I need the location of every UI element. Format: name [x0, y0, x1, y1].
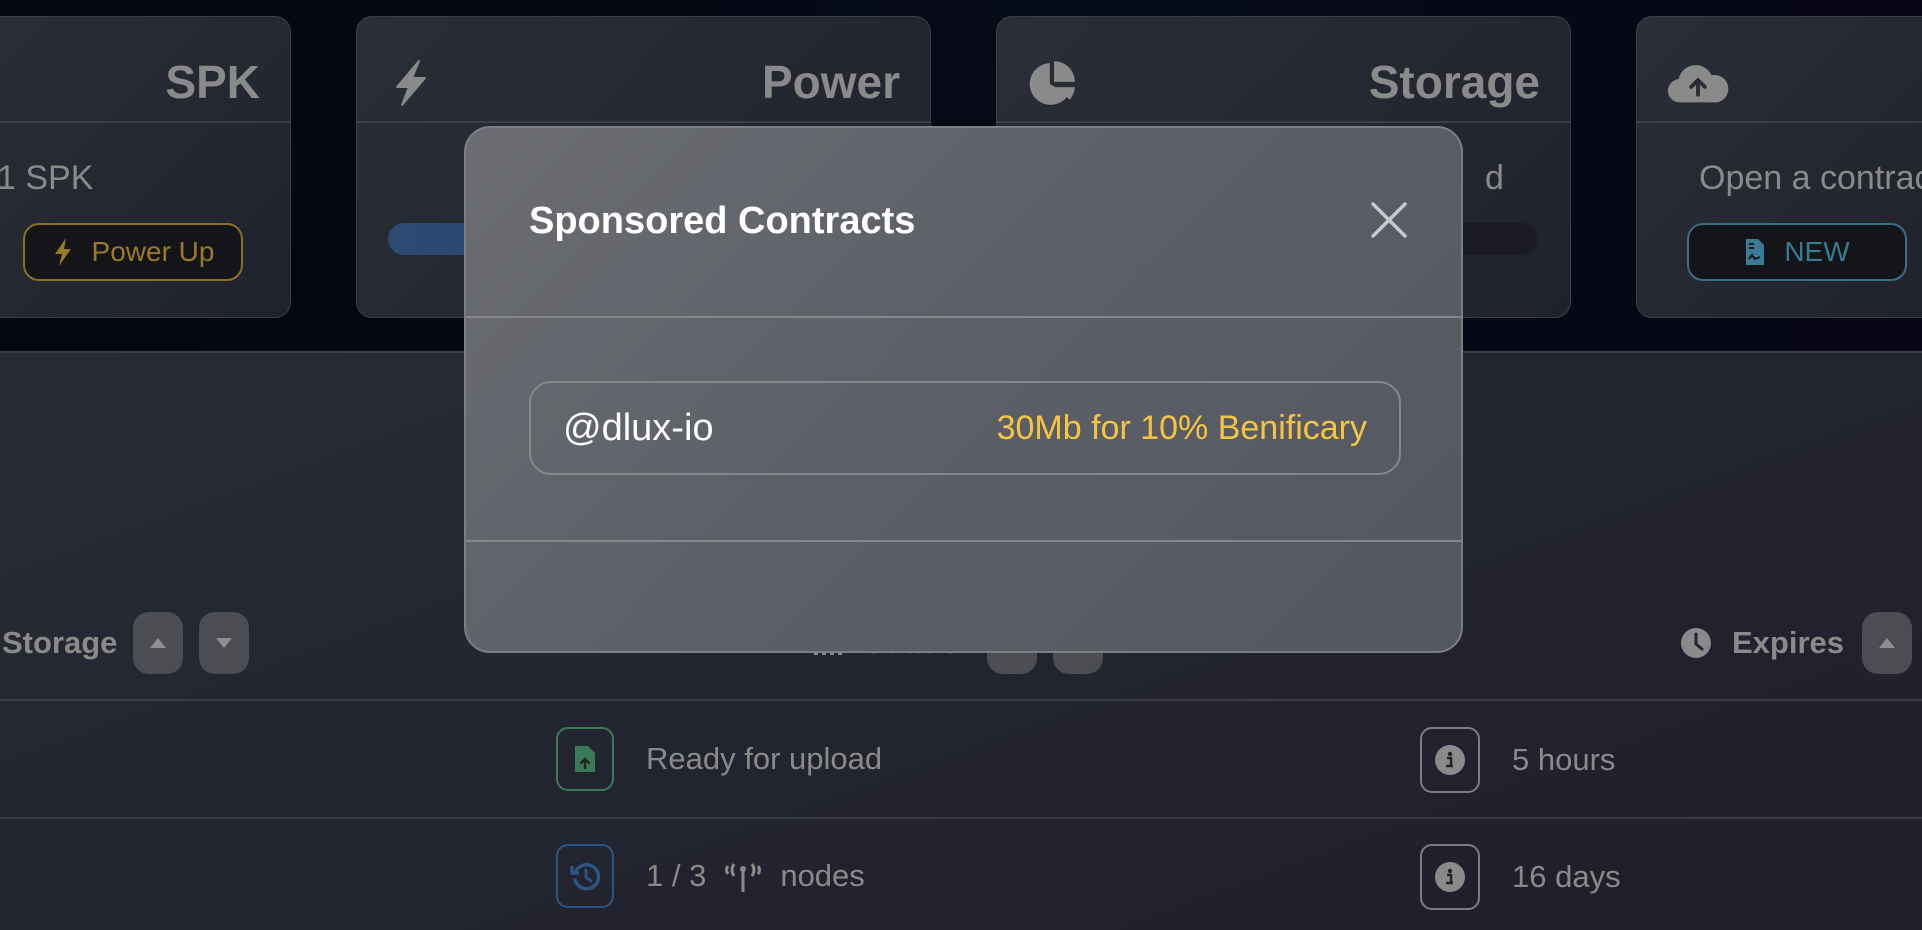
- sponsor-item[interactable]: @dlux-io 30Mb for 10% Benificary: [529, 381, 1401, 475]
- sponsor-user: @dlux-io: [563, 406, 714, 449]
- modal-title: Sponsored Contracts: [529, 200, 916, 242]
- close-icon[interactable]: [1369, 200, 1409, 240]
- sponsored-contracts-modal: Sponsored Contracts @dlux-io 30Mb for 10…: [464, 126, 1463, 653]
- modal-footer-divider: [466, 540, 1461, 542]
- sponsor-terms: 30Mb for 10% Benificary: [996, 408, 1367, 447]
